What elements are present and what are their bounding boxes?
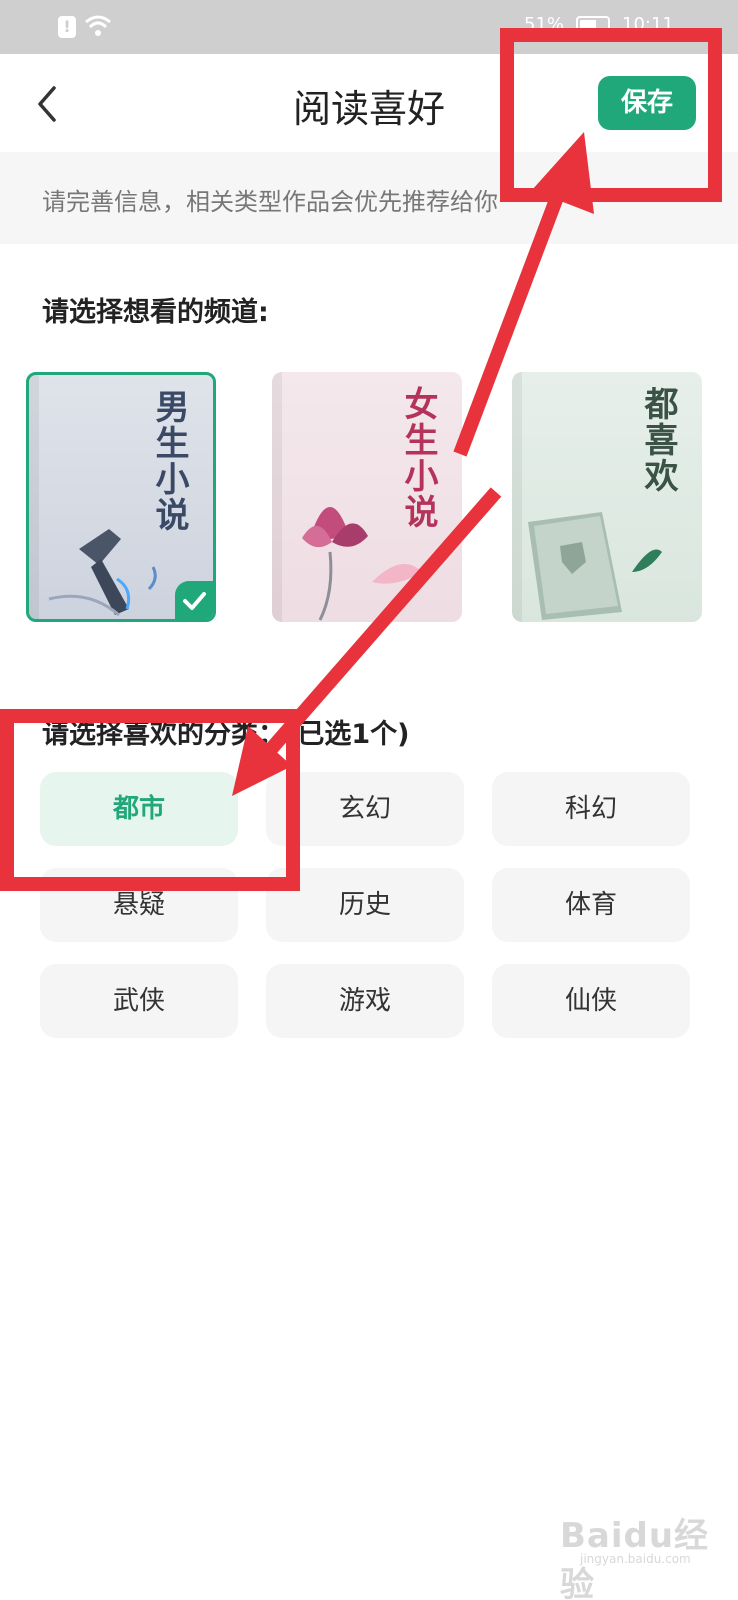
info-banner: 请完善信息，相关类型作品会优先推荐给你: [0, 152, 738, 244]
alert-icon: !: [58, 16, 76, 38]
category-chip-dushi[interactable]: 都市: [40, 772, 238, 846]
category-chip-xuanhuan[interactable]: 玄幻: [266, 772, 464, 846]
category-chip-kehuan[interactable]: 科幻: [492, 772, 690, 846]
category-chip-xianxia[interactable]: 仙侠: [492, 964, 690, 1038]
lotus-illustration: [302, 507, 422, 621]
battery-percent: 51%: [524, 14, 565, 35]
info-banner-text: 请完善信息，相关类型作品会优先推荐给你: [42, 188, 498, 216]
category-chip-xuanyi[interactable]: 悬疑: [40, 868, 238, 942]
selected-check-icon: [175, 581, 213, 619]
category-chip-wuxia[interactable]: 武侠: [40, 964, 238, 1038]
category-section-heading: 请选择喜欢的分类：(已选1个): [42, 719, 410, 750]
battery-icon: [576, 16, 610, 36]
channel-card-both[interactable]: 都喜欢: [512, 372, 702, 622]
channel-card-male[interactable]: 男生小说: [26, 372, 216, 622]
category-chip-lishi[interactable]: 历史: [266, 868, 464, 942]
channel-section-heading: 请选择想看的频道:: [42, 297, 269, 328]
save-button[interactable]: 保存: [598, 76, 696, 130]
wifi-icon: [85, 15, 111, 36]
watermark-url: jingyan.baidu.com: [580, 1552, 691, 1566]
category-chip-youxi[interactable]: 游戏: [266, 964, 464, 1038]
nav-bar: 阅读喜好 保存: [0, 54, 738, 152]
category-chip-tiyu[interactable]: 体育: [492, 868, 690, 942]
clock: 10:11: [622, 14, 674, 35]
book-illustration: [528, 512, 662, 620]
status-bar: ! 51% 10:11: [0, 0, 738, 54]
channel-card-female[interactable]: 女生小说: [272, 372, 462, 622]
